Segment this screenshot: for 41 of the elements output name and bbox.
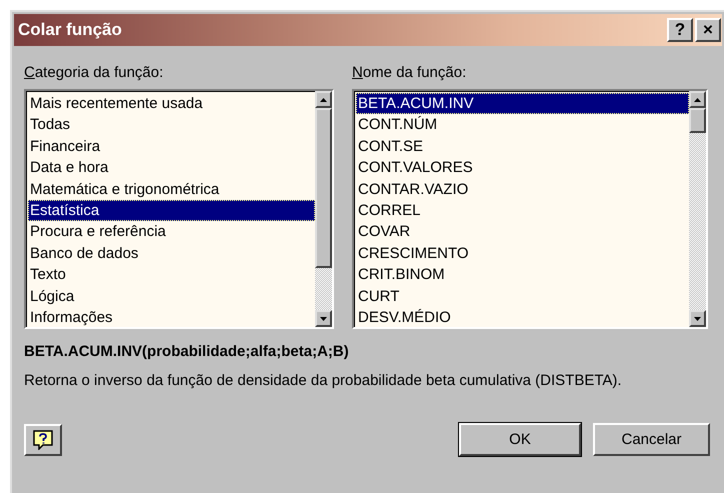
scrollbar[interactable] [689, 91, 706, 327]
cancel-button[interactable]: Cancelar [593, 423, 710, 456]
scroll-down-icon[interactable] [320, 316, 327, 320]
list-item[interactable]: Data e hora [28, 157, 315, 179]
list-item[interactable]: Matemática e trigonométrica [28, 178, 315, 200]
scroll-thumb[interactable] [689, 108, 706, 133]
list-item[interactable]: DESV.MÉDIO [356, 306, 689, 328]
list-item[interactable]: COVAR [356, 221, 689, 243]
list-label: Nome da função: [352, 64, 468, 81]
help-button[interactable] [24, 424, 62, 456]
list-item[interactable]: Procura e referência [28, 221, 315, 243]
scrollbar[interactable] [315, 91, 332, 327]
list-item[interactable]: CONT.VALORES [356, 157, 689, 179]
list-item[interactable]: Lógica [28, 286, 315, 307]
close-button[interactable]: × [695, 18, 721, 42]
list-item[interactable]: CURT [356, 286, 689, 307]
scroll-thumb[interactable] [315, 108, 332, 268]
list-item[interactable]: Texto [28, 264, 315, 286]
window-title: Colar função [17, 20, 122, 40]
function-syntax: BETA.ACUM.INV(probabilidade;alfa;beta;A;B) [24, 343, 350, 360]
help-icon [33, 430, 53, 450]
list-item[interactable]: Estatística [28, 200, 315, 222]
list-item[interactable]: CORREL [356, 200, 689, 222]
list-item[interactable]: BETA.ACUM.INV [356, 93, 689, 114]
scroll-up-icon[interactable] [320, 98, 327, 102]
list-item[interactable]: CONT.SE [356, 136, 689, 158]
list-label: Categoria da função: [24, 64, 164, 81]
list-item[interactable]: Informações [28, 306, 315, 328]
list-item[interactable]: Financeira [28, 136, 315, 158]
list-item[interactable]: Todas [28, 114, 315, 136]
scroll-down-icon[interactable] [694, 316, 701, 320]
list-item[interactable]: CONT.NÚM [356, 114, 689, 136]
list-item[interactable]: Mais recentemente usada [28, 93, 315, 114]
scroll-up-icon[interactable] [694, 98, 701, 102]
list-item[interactable]: CRIT.BINOM [356, 264, 689, 286]
list-item[interactable]: Banco de dados [28, 242, 315, 264]
list-item[interactable]: CRESCIMENTO [356, 242, 689, 264]
ok-button[interactable]: OK [459, 423, 581, 456]
help-button[interactable]: ? [667, 18, 693, 42]
function-description: Retorna o inverso da função de densidade da probabilidade beta cumulativa (DISTBETA). [24, 371, 623, 391]
list-item[interactable]: CONTAR.VAZIO [356, 178, 689, 200]
